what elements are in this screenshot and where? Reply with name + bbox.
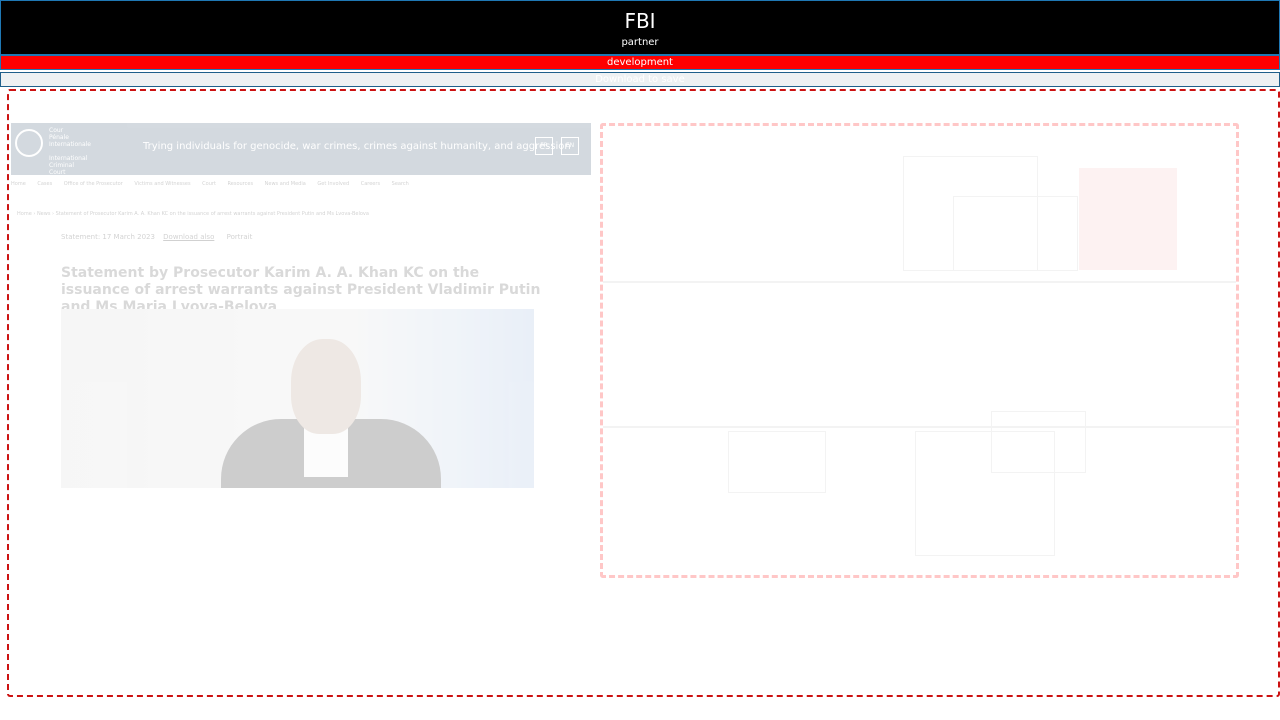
nav-item[interactable]: News and Media — [265, 181, 306, 187]
top-header: FBI partner — [0, 0, 1280, 55]
lang-button-fr[interactable]: FR — [535, 137, 553, 155]
nav-item[interactable]: Office of the Prosecutor — [64, 181, 123, 187]
ghost-block — [953, 196, 1078, 271]
ghost-block — [728, 431, 826, 493]
site-tagline: Trying individuals for genocide, war cri… — [143, 141, 571, 152]
ghost-divider — [603, 281, 1236, 283]
site-header: Cour Pénale Internationale International… — [11, 123, 591, 176]
ghost-block — [991, 411, 1086, 473]
website-preview[interactable]: Cour Pénale Internationale International… — [11, 123, 591, 493]
breadcrumb[interactable]: Home › News › Statement of Prosecutor Ka… — [17, 211, 369, 217]
lang-button-en[interactable]: EN — [561, 137, 579, 155]
photo-head — [291, 339, 361, 434]
site-nav: Home Cases Office of the Prosecutor Vict… — [11, 181, 591, 201]
nav-item[interactable]: Cases — [37, 181, 52, 187]
ghost-divider — [603, 426, 1236, 428]
nav-item[interactable]: Court — [202, 181, 216, 187]
placeholder-panel — [600, 123, 1239, 578]
site-logo-text: Cour Pénale Internationale International… — [49, 127, 91, 176]
article-type: Portrait — [226, 233, 253, 241]
download-link[interactable]: Download also — [163, 233, 214, 241]
nav-item[interactable]: Resources — [228, 181, 254, 187]
nav-item[interactable]: Search — [392, 181, 409, 187]
nav-item[interactable]: Victims and Witnesses — [134, 181, 190, 187]
download-bar[interactable]: Download to save — [0, 72, 1280, 87]
header-subtitle: partner — [621, 37, 659, 48]
article-meta: Statement: 17 March 2023 Download also P… — [61, 233, 252, 241]
photo-collar — [304, 427, 348, 477]
header-title: FBI — [624, 9, 656, 33]
ghost-image — [1079, 168, 1177, 270]
nav-item[interactable]: Home — [11, 181, 26, 187]
nav-item[interactable]: Get Involved — [317, 181, 349, 187]
article-date: Statement: 17 March 2023 — [61, 233, 155, 241]
icc-logo-icon — [15, 129, 43, 157]
development-banner: development — [0, 55, 1280, 70]
nav-item[interactable]: Careers — [361, 181, 380, 187]
article-photo — [61, 309, 534, 488]
